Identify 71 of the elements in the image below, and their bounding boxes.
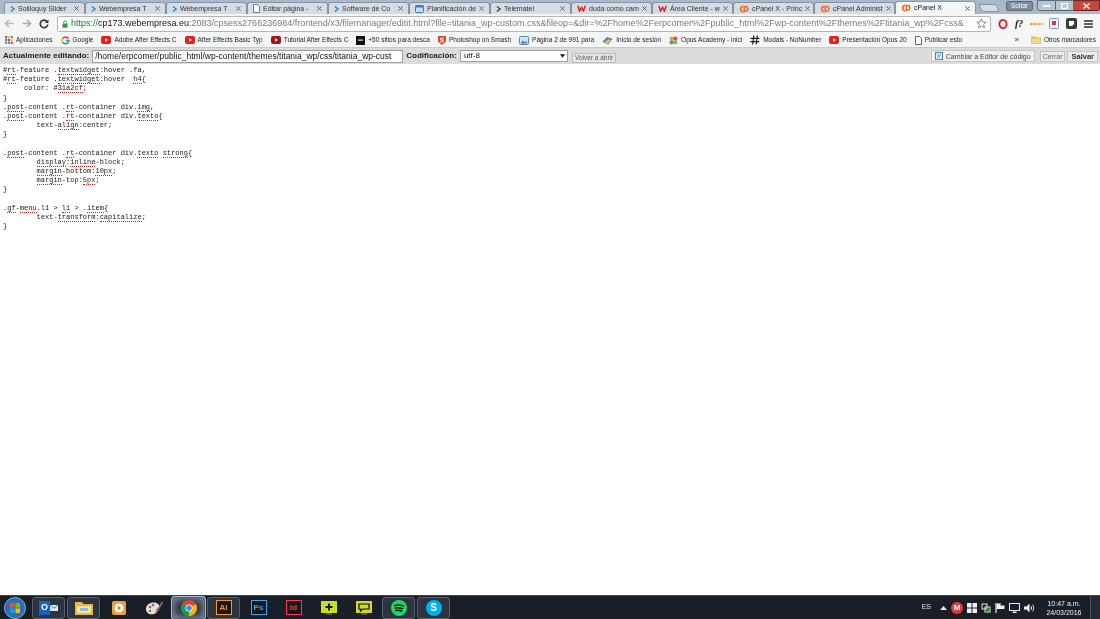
hash-icon bbox=[750, 35, 761, 45]
address-bar[interactable]: https://cp173.webempresa.eu:2083/cpsess2766236984/frontend/x3/filemanager/editit.html?file=titania_wp-custom.css&fileop=&dir=%2Fhome%2Ferpcomer%2Fpublic_html%2Fwp-content%2Fthemes%2Ftitania_wp%2Fcss& bbox=[57, 15, 991, 32]
ring-icon[interactable] bbox=[998, 18, 1009, 29]
menu-icon[interactable] bbox=[1083, 19, 1093, 28]
close-icon[interactable] bbox=[155, 6, 160, 11]
folder-icon bbox=[1030, 36, 1041, 44]
taskbar-button[interactable]: Ps bbox=[242, 596, 275, 619]
close-icon[interactable] bbox=[74, 6, 79, 11]
taskbar-button[interactable]: O bbox=[32, 596, 65, 619]
app-logo: Ps bbox=[250, 600, 267, 615]
flag-icon[interactable] bbox=[995, 602, 1005, 613]
tile-icon bbox=[356, 35, 366, 45]
apps-grid-icon bbox=[5, 36, 13, 44]
app-logo: O bbox=[39, 600, 50, 615]
url-text: https://cp173.webempresa.eu:2083/cpsess2766236984/frontend/x3/filemanager/editit.html?file=titania_wp-custom.css&fileop=&dir=%2Fhome%2Ferpcomer%2Fpublic_html%2Fwp-content%2Fthemes%2Ftitania_wp%2Fcss& bbox=[71, 18, 964, 29]
close-icon[interactable] bbox=[805, 6, 811, 11]
close-icon[interactable] bbox=[965, 5, 970, 11]
sync-icon[interactable] bbox=[981, 602, 991, 613]
plus-icon bbox=[320, 600, 337, 615]
extension-button[interactable]: f? bbox=[1014, 18, 1024, 29]
image-icon bbox=[519, 35, 530, 45]
monitor-icon[interactable] bbox=[1009, 602, 1020, 613]
envelope-icon bbox=[50, 604, 58, 611]
folder-icon bbox=[74, 600, 93, 615]
close-icon[interactable] bbox=[479, 6, 485, 11]
encoding-select[interactable]: utf-8 bbox=[459, 50, 568, 62]
music-app-icon bbox=[390, 599, 407, 616]
star-icon[interactable] bbox=[976, 18, 987, 29]
app-logo: Ai bbox=[215, 600, 232, 615]
close-icon[interactable] bbox=[398, 6, 403, 11]
logo-icon bbox=[60, 35, 70, 45]
logo-icon bbox=[669, 35, 679, 45]
more-bookmarks-button[interactable]: » bbox=[1012, 35, 1021, 45]
palette-icon bbox=[144, 600, 163, 615]
chat-icon bbox=[355, 600, 372, 615]
app-logo: Id bbox=[285, 600, 302, 615]
minimize-icon bbox=[1043, 4, 1050, 7]
maximize-icon bbox=[1061, 2, 1068, 9]
close-icon[interactable] bbox=[722, 6, 728, 11]
speaker-icon[interactable] bbox=[1024, 602, 1035, 613]
close-icon[interactable] bbox=[641, 6, 647, 11]
editor-icon bbox=[934, 52, 943, 60]
path-field[interactable]: /home/erpcomer/public_html/wp-content/themes/titania_wp/css/titania_wp-cust bbox=[92, 49, 404, 63]
play-icon bbox=[111, 600, 126, 615]
path-label: Actualmente editando: bbox=[3, 50, 90, 62]
caret-up-icon[interactable] bbox=[940, 605, 947, 610]
extension-icon[interactable] bbox=[1066, 18, 1078, 29]
taskbar-button[interactable]: Ai bbox=[207, 596, 240, 619]
dots-icon[interactable] bbox=[1029, 21, 1043, 26]
taskbar-button[interactable]: Id bbox=[277, 596, 310, 619]
reload-icon[interactable] bbox=[39, 18, 49, 29]
taskbar-button[interactable] bbox=[382, 596, 415, 619]
lock-icon bbox=[62, 19, 68, 28]
close-icon[interactable] bbox=[236, 6, 241, 11]
taskbar-button[interactable] bbox=[67, 596, 100, 619]
browser-icon bbox=[180, 599, 197, 616]
encoding-label: Codificación: bbox=[406, 50, 457, 62]
close-icon[interactable] bbox=[317, 6, 322, 11]
app-logo: S bbox=[425, 599, 442, 616]
caret-down-icon bbox=[559, 54, 565, 58]
windows-icon[interactable] bbox=[967, 602, 977, 613]
taskbar-button[interactable] bbox=[172, 596, 205, 619]
close-icon[interactable] bbox=[560, 6, 565, 11]
close-icon[interactable] bbox=[885, 6, 891, 11]
close-icon bbox=[1083, 2, 1090, 9]
tray-badge[interactable]: M bbox=[951, 601, 963, 614]
start-icon[interactable] bbox=[4, 596, 26, 619]
minimize-button[interactable] bbox=[1037, 0, 1056, 11]
close-window-button[interactable] bbox=[1074, 0, 1100, 11]
logo-icon bbox=[602, 35, 614, 45]
maximize-button[interactable] bbox=[1056, 0, 1074, 11]
